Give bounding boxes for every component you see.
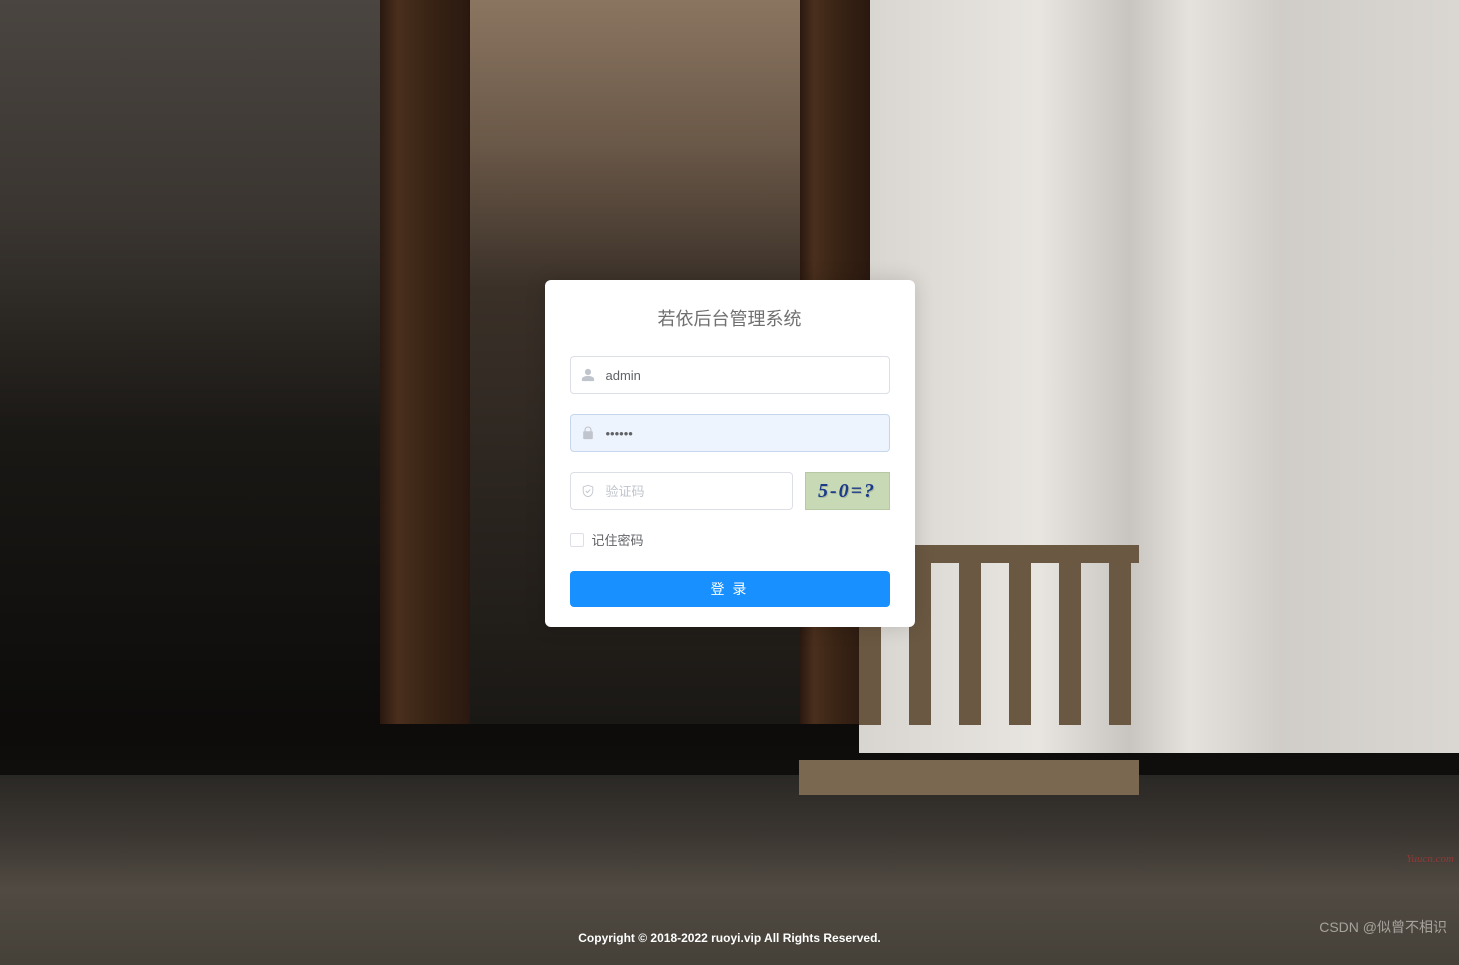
remember-checkbox[interactable] [570,533,584,547]
password-input[interactable] [606,415,889,451]
remember-label[interactable]: 记住密码 [592,530,644,549]
lock-icon [571,426,606,440]
username-form-item [570,356,890,394]
username-input[interactable] [606,357,889,393]
captcha-input-wrapper[interactable] [570,472,793,510]
password-form-item [570,414,890,452]
captcha-form-item: 5-0=? [570,472,890,510]
user-icon [571,368,606,382]
captcha-input[interactable] [606,473,792,509]
bg-decoration [0,0,380,724]
watermark-site: Yuucn.com [1406,853,1454,865]
watermark-csdn: CSDN @似曾不相识 [1319,917,1447,937]
shield-check-icon [571,484,606,498]
login-title: 若依后台管理系统 [570,305,890,331]
username-input-wrapper[interactable] [570,356,890,394]
password-input-wrapper[interactable] [570,414,890,452]
remember-me-row[interactable]: 记住密码 [570,530,890,549]
login-form-card: 若依后台管理系统 5-0=? 记住密码 登 录 [545,280,915,627]
captcha-image[interactable]: 5-0=? [805,472,890,510]
copyright-text: Copyright © 2018-2022 ruoyi.vip All Righ… [0,931,1459,945]
login-button[interactable]: 登 录 [570,571,890,607]
bg-decoration [380,0,470,724]
